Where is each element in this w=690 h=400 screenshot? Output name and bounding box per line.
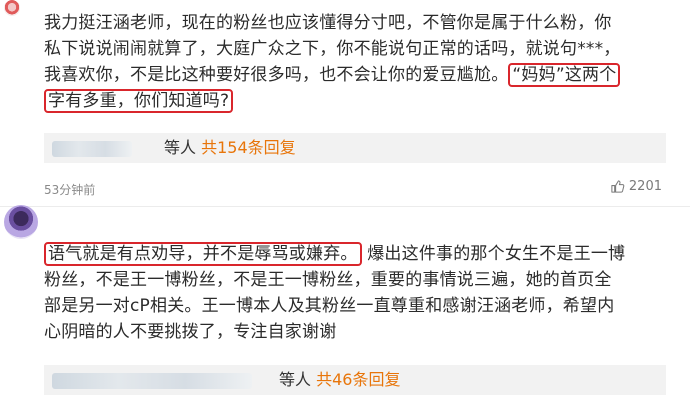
highlight-box: 语气就是有点劝导，并不是辱骂或嫌弃。 [44, 242, 362, 266]
avatar[interactable] [4, 0, 20, 16]
comment-line: 字有多重，你们知道吗? [44, 88, 621, 114]
reply-summary[interactable]: 等人 共154条回复 [164, 138, 296, 158]
comment-text: 语气就是有点劝导，并不是辱骂或嫌弃。 爆出这件事的那个女生不是王一博 粉丝，不是… [44, 241, 625, 345]
highlight-box: “妈妈”这两个 [508, 63, 621, 87]
blurred-usernames [52, 141, 132, 157]
like-count: 2201 [628, 179, 662, 194]
comment-line: 语气就是有点劝导，并不是辱骂或嫌弃。 爆出这件事的那个女生不是王一博 [44, 241, 625, 267]
comment-text: 我力挺汪涵老师，现在的粉丝也应该懂得分寸吧，不管你是属于什么粉，你 私下说说闹闹… [44, 10, 621, 114]
reply-count-link[interactable]: 共46条回复 [316, 370, 400, 389]
comment-line: 私下说说闹闹就算了，大庭广众之下，你不能说句正常的话吗，就说句***， [44, 39, 621, 59]
comment-line: 部是另一对cP相关。王一博本人及其粉丝一直尊重和感谢汪涵老师，希望内 [44, 296, 615, 316]
like-button[interactable]: 2201 [610, 179, 662, 194]
thumbs-up-icon [611, 180, 625, 193]
comment-time: 53分钟前 [44, 183, 96, 197]
replies-bar[interactable]: 等人 共46条回复 [44, 365, 666, 395]
reply-summary[interactable]: 等人 共46条回复 [279, 370, 400, 390]
comment-line: 我力挺汪涵老师，现在的粉丝也应该懂得分寸吧，不管你是属于什么粉，你 [44, 13, 612, 33]
reply-count-link[interactable]: 共154条回复 [201, 138, 296, 157]
avatar[interactable] [4, 205, 38, 239]
comment-line: 心阴暗的人不要挑拨了，专注自家谢谢 [44, 322, 337, 342]
comment-line: 粉丝，不是王一博粉丝，不是王一博粉丝，重要的事情说三遍，她的首页全 [44, 270, 612, 290]
replies-bar[interactable]: 等人 共154条回复 [44, 133, 666, 163]
blurred-usernames [52, 373, 252, 389]
highlight-box: 字有多重，你们知道吗? [44, 89, 234, 113]
divider [0, 206, 690, 207]
comment-line: 我喜欢你，不是比这种要好很多吗，也不会让你的爱豆尴尬。 “妈妈”这两个 [44, 62, 621, 88]
